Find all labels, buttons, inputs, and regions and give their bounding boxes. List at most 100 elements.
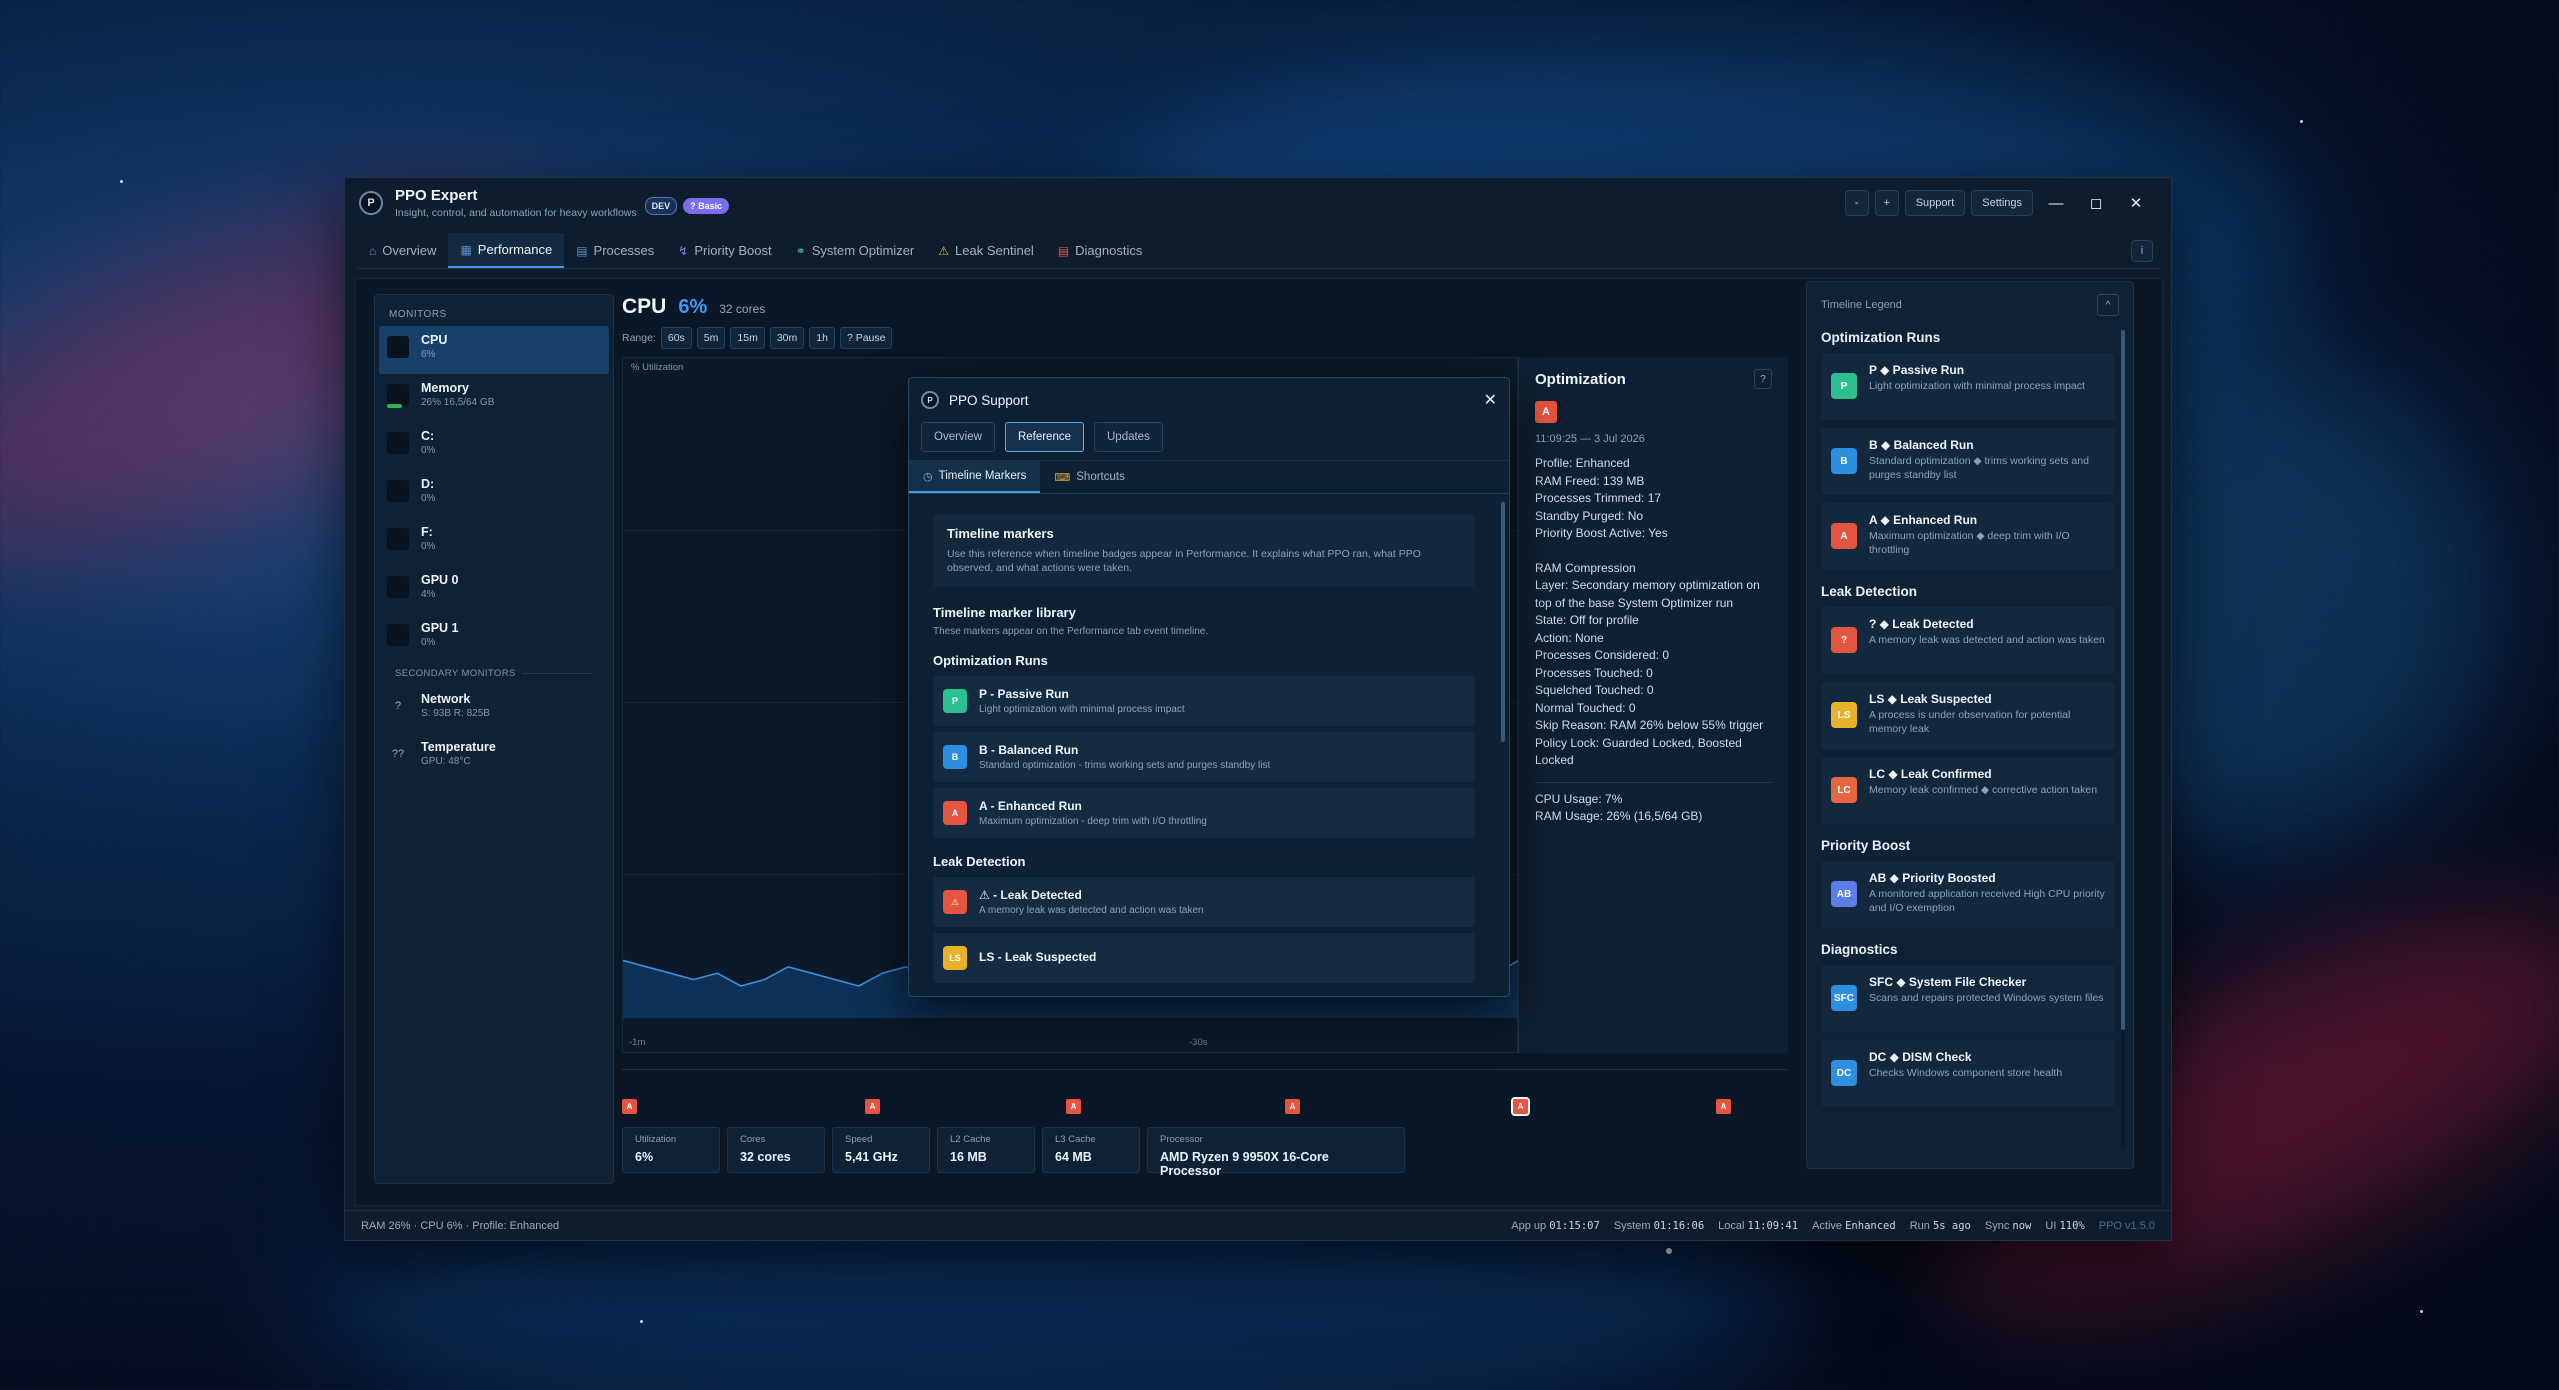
- monitor-temperature[interactable]: ?? Temperature GPU: 48°C: [379, 733, 609, 781]
- range-label: Range:: [622, 332, 656, 344]
- maximize-icon[interactable]: ◻: [2079, 190, 2113, 216]
- close-icon[interactable]: ✕: [2119, 190, 2153, 216]
- legend-item[interactable]: SFC SFC ◆ System File Checker Scans and re…: [1821, 965, 2115, 1032]
- legend-item-description: A process is under observation for poten…: [1869, 709, 2071, 735]
- marker-item-description: Standard optimization - trims working se…: [979, 760, 1271, 771]
- timeline-marker-enhanced[interactable]: A: [865, 1099, 880, 1114]
- range-5m-button[interactable]: 5m: [696, 327, 726, 349]
- legend-item-text: AB ◆ Priority Boosted A monitored applica…: [1869, 871, 2105, 915]
- legend-item[interactable]: ? ? ◆ Leak Detected A memory leak was dete…: [1821, 607, 2115, 674]
- star: [2300, 120, 2303, 123]
- dialog-tab-updates[interactable]: Updates: [1094, 422, 1163, 452]
- stat-key: L2 Cache: [950, 1134, 991, 1145]
- marker-badge-icon: ⚠: [943, 890, 967, 914]
- usage-summary: CPU Usage: 7% RAM Usage: 26% (16,5/64 GB): [1535, 791, 1772, 826]
- legend-scrollbar-thumb[interactable]: [2121, 330, 2125, 1030]
- monitor-name: D:: [421, 477, 435, 491]
- app-logo-icon: P: [359, 191, 383, 215]
- legend-item[interactable]: LC LC ◆ Leak Confirmed Memory leak confirm…: [1821, 757, 2115, 824]
- collapse-legend-button[interactable]: ^: [2097, 294, 2119, 316]
- subtab-shortcuts[interactable]: ⌨ Shortcuts: [1040, 461, 1138, 493]
- timeline-marker-enhanced[interactable]: A: [1285, 1099, 1300, 1114]
- keyboard-icon: ⌨: [1054, 471, 1071, 484]
- zoom-out-button[interactable]: -: [1844, 190, 1869, 216]
- monitor-disk-d[interactable]: D: 0%: [379, 470, 609, 518]
- monitor-gpu-1[interactable]: GPU 1 0%: [379, 614, 609, 662]
- legend-item[interactable]: P P ◆ Passive Run Light optimization with …: [1821, 353, 2115, 420]
- app-subtitle: Insight, control, and automation for hea…: [395, 207, 637, 219]
- tab-system-optimizer[interactable]: ⚭ System Optimizer: [784, 233, 927, 268]
- monitor-memory[interactable]: Memory 26% 16,5/64 GB: [379, 374, 609, 422]
- cpu-cores: 32 cores: [719, 302, 766, 316]
- legend-item-description: A monitored application received High CP…: [1869, 888, 2105, 914]
- range-30m-button[interactable]: 30m: [769, 327, 805, 349]
- marker-item-title: ⚠ - Leak Detected: [979, 888, 1082, 902]
- marker-item-title: P - Passive Run: [979, 687, 1069, 701]
- tab-processes[interactable]: ▤ Processes: [564, 233, 666, 268]
- legend-title: Timeline Legend: [1821, 299, 1902, 311]
- support-button[interactable]: Support: [1904, 190, 1966, 216]
- tab-diagnostics[interactable]: ▤ Diagnostics: [1046, 233, 1155, 268]
- monitor-value: GPU: 48°C: [421, 756, 471, 767]
- dialog-tab-overview[interactable]: Overview: [921, 422, 995, 452]
- dialog-title: PPO Support: [949, 392, 1029, 408]
- dialog-scrollbar-thumb[interactable]: [1501, 502, 1505, 742]
- range-15m-button[interactable]: 15m: [730, 327, 765, 349]
- support-dialog: P PPO Support ✕ Overview Reference Updat…: [908, 377, 1510, 997]
- info-button[interactable]: i: [2131, 240, 2153, 262]
- legend-item[interactable]: B B ◆ Balanced Run Standard optimization ◆…: [1821, 428, 2115, 495]
- subtab-timeline-markers[interactable]: ◷ Timeline Markers: [909, 461, 1041, 493]
- monitor-gpu-0[interactable]: GPU 0 4%: [379, 566, 609, 614]
- optimization-timestamp: 11:09:25 — 3 Jul 2026: [1535, 433, 1645, 445]
- dialog-tab-reference[interactable]: Reference: [1004, 422, 1084, 452]
- legend-item[interactable]: LS LS ◆ Leak Suspected A process is under …: [1821, 682, 2115, 749]
- minimize-icon[interactable]: —: [2039, 190, 2073, 216]
- monitor-cpu[interactable]: CPU 6%: [379, 326, 609, 374]
- tab-performance[interactable]: ▦ Performance: [448, 233, 565, 268]
- edition-badge[interactable]: ? Basic: [683, 198, 730, 214]
- tab-priority-boost[interactable]: ↯ Priority Boost: [666, 233, 783, 268]
- legend-item-description: Memory leak confirmed ◆ corrective actio…: [1869, 784, 2098, 796]
- tab-label: Processes: [593, 243, 655, 258]
- optimization-line: Processes Touched: 0: [1535, 665, 1653, 680]
- timeline-marker-enhanced[interactable]: A: [622, 1099, 637, 1114]
- close-icon[interactable]: ✕: [1484, 390, 1497, 410]
- monitor-value: 26% 16,5/64 GB: [421, 397, 495, 408]
- monitor-value: 4%: [421, 589, 436, 600]
- marker-item-description: A memory leak was detected and action wa…: [979, 905, 1204, 916]
- monitor-name: GPU 0: [421, 573, 459, 587]
- enhanced-run-badge: A: [1535, 401, 1557, 423]
- tab-label: Priority Boost: [694, 243, 772, 258]
- app-logo-icon: P: [921, 391, 939, 409]
- status-sync: Sync now: [1984, 1219, 2032, 1232]
- timeline-marker-enhanced[interactable]: A: [1066, 1099, 1081, 1114]
- marker-badge-icon: A: [943, 801, 967, 825]
- tab-label: Overview: [382, 243, 437, 258]
- stat-processor: Processor AMD Ryzen 9 9950X 16-Core Proce…: [1147, 1127, 1405, 1178]
- legend-item[interactable]: AB AB ◆ Priority Boosted A monitored appli…: [1821, 861, 2115, 928]
- clipboard-icon: ▤: [1057, 243, 1070, 258]
- range-1h-button[interactable]: 1h: [809, 327, 835, 349]
- range-selector: Range: 60s 5m 15m 30m 1h ? Pause: [622, 327, 893, 349]
- marker-item-title: LS - Leak Suspected: [979, 949, 1097, 964]
- tab-overview[interactable]: ⌂ Overview: [357, 233, 448, 268]
- monitor-disk-c[interactable]: C: 0%: [379, 422, 609, 470]
- timeline-marker-enhanced-selected[interactable]: A: [1511, 1097, 1530, 1116]
- legend-item[interactable]: A A ◆ Enhanced Run Maximum optimization ◆ …: [1821, 503, 2115, 570]
- marker-library-item: ⚠ ⚠ - Leak Detected A memory leak was dete…: [933, 877, 1475, 927]
- pause-button[interactable]: ? Pause: [839, 327, 893, 349]
- zoom-in-button[interactable]: +: [1874, 190, 1899, 216]
- memory-sparkline: [387, 384, 409, 408]
- legend-item[interactable]: DC DC ◆ DISM Check Checks Windows componen…: [1821, 1040, 2115, 1107]
- ram-compression-details: RAM Compression Layer: Secondary memory o…: [1535, 560, 1772, 770]
- optimization-help-button[interactable]: ?: [1754, 369, 1772, 389]
- monitor-value: 6%: [421, 349, 436, 360]
- legend-item-description: A memory leak was detected and action wa…: [1869, 634, 2105, 646]
- range-60s-button[interactable]: 60s: [660, 327, 692, 349]
- monitor-network[interactable]: ? Network S: 93B R: 825B: [379, 685, 609, 733]
- settings-button[interactable]: Settings: [1971, 190, 2033, 216]
- monitor-disk-f[interactable]: F: 0%: [379, 518, 609, 566]
- cpu-title: CPU: [622, 295, 667, 318]
- timeline-marker-enhanced[interactable]: A: [1716, 1099, 1731, 1114]
- tab-leak-sentinel[interactable]: ⚠ Leak Sentinel: [926, 233, 1046, 268]
